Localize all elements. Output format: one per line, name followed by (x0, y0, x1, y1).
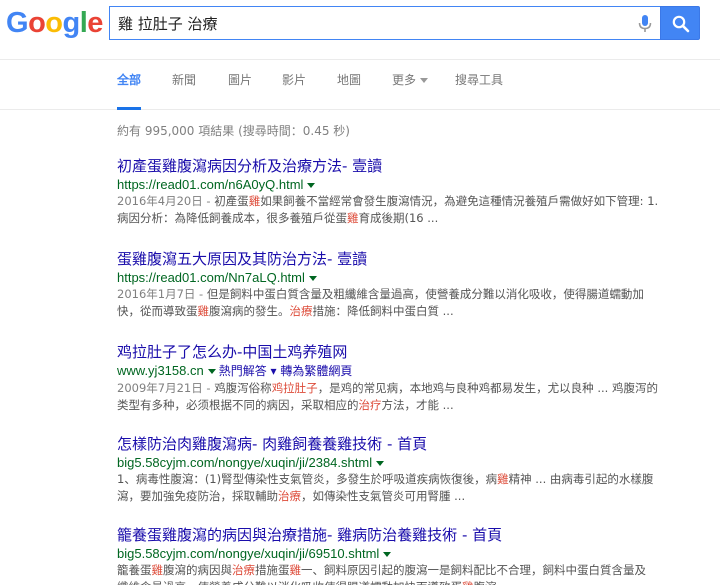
search-tabs: 全部 新聞 圖片 影片 地圖 更多 搜尋工具 (0, 60, 720, 110)
result-title-link[interactable]: 籠養蛋雞腹瀉的病因與治療措施- 雞病防治養雞技術 - 首頁 (117, 526, 717, 544)
snippet-text: 如果飼養不當經常會發生腹瀉情況，為避免這種情況養殖戶需做好如下管理: 1. (260, 194, 659, 208)
result-title-link[interactable]: 初產蛋雞腹瀉病因分析及治療方法- 壹讀 (117, 157, 717, 175)
logo-letter: o (28, 7, 46, 39)
result-snippet-line: 瀉，要加強免疫防治，採取輔助治療，如傳染性支氣管炎可用腎腫 ... (117, 488, 692, 505)
snippet-text: 纖維含量過高，使營養成分難以消化吸收使得腸道蠕動加快而導致蛋 (117, 580, 462, 585)
snippet-text: ，如傳染性支氣管炎可用腎腫 ... (301, 489, 466, 503)
result-url-text: https://read01.com/n6A0yQ.html (117, 177, 304, 192)
snippet-text: 鸡腹泻俗称 (214, 381, 272, 395)
snippet-text: 类型有多种，必须根据不同的病因，采取相应的 (117, 398, 359, 412)
snippet-text: 腹瀉病的發生。 (209, 304, 290, 318)
snippet-text: 措施：降低飼料中蛋白質 ... (312, 304, 454, 318)
snippet-text: 瀉，要加強免疫防治，採取輔助 (117, 489, 278, 503)
result-url-text: big5.58cyjm.com/nongye/xuqin/ji/2384.sht… (117, 455, 373, 470)
search-button[interactable] (660, 6, 700, 40)
result-url-text: big5.58cyjm.com/nongye/xuqin/ji/69510.sh… (117, 546, 380, 561)
result-date: 2009年7月21日 - (117, 381, 215, 395)
highlighted-term: 雞 (462, 580, 474, 585)
highlighted-term: 治療 (289, 304, 313, 318)
result-url: big5.58cyjm.com/nongye/xuqin/ji/2384.sht… (117, 454, 717, 471)
search-icon (672, 15, 690, 33)
logo-letter: l (79, 7, 88, 39)
google-logo[interactable]: Google (6, 8, 103, 38)
result-extra-links[interactable]: 熱門解答 ▾ 轉為繁體網頁 (219, 364, 353, 378)
logo-letter: e (87, 7, 103, 39)
caret-down-icon[interactable] (376, 460, 385, 466)
search-input[interactable] (118, 7, 618, 39)
snippet-text: 精神 ... 由病毒引起的水樣腹 (508, 472, 654, 486)
search-result: 鸡拉肚子了怎么办-中国土鸡养殖网 www.yj3158.cn 熱門解答 ▾ 轉為繁… (117, 343, 717, 414)
microphone-icon[interactable] (637, 14, 653, 34)
caret-down-icon[interactable] (308, 275, 317, 281)
search-result: 蛋雞腹瀉五大原因及其防治方法- 壹讀 https://read01.com/Nn… (117, 250, 717, 320)
snippet-text: 一、飼料原因引起的腹瀉一是飼料配比不合理，飼料中蛋白質含量及 (301, 563, 646, 577)
result-url-text: www.yj3158.cn (117, 363, 204, 378)
highlighted-term: 雞 (151, 563, 164, 577)
search-box[interactable] (109, 6, 660, 40)
tab-maps[interactable]: 地圖 (337, 73, 361, 110)
snippet-text: 病因分析：為降低飼養成本，很多養殖戶從蛋 (117, 211, 347, 225)
snippet-text: 但是飼料中蛋白質含量及粗纖維含量過高，使營養成分難以消化吸收，使得腸道蠕動加 (206, 287, 644, 301)
highlighted-term: 雞 (497, 472, 509, 486)
result-snippet-line: 1、病毒性腹瀉：(1)腎型傳染性支氣管炎，多發生於呼吸道疾病恢復後，病雞精神 .… (117, 471, 692, 488)
result-date: 2016年1月7日 - (117, 287, 207, 301)
tab-images[interactable]: 圖片 (228, 73, 252, 110)
caret-down-icon[interactable] (383, 551, 392, 557)
tab-more-label: 更多 (392, 73, 417, 87)
tab-all[interactable]: 全部 (117, 73, 142, 110)
logo-letter: o (45, 7, 63, 39)
result-snippet-line: 籠養蛋雞腹瀉的病因與治療措施蛋雞一、飼料原因引起的腹瀉一是飼料配比不合理，飼料中… (117, 562, 692, 579)
snippet-text: 初產蛋 (214, 194, 249, 208)
highlighted-term: 鸡拉肚子 (271, 381, 318, 395)
result-snippet-line: 纖維含量過高，使營養成分難以消化吸收使得腸道蠕動加快而導致蛋雞腹瀉 (117, 579, 692, 585)
highlighted-term: 雞 (197, 304, 210, 318)
tab-search-tools[interactable]: 搜尋工具 (455, 73, 503, 110)
result-title-link[interactable]: 鸡拉肚子了怎么办-中国土鸡养殖网 (117, 343, 717, 361)
result-stats: 約有 995,000 項結果 (搜尋時間：0.45 秒) (117, 124, 350, 138)
result-snippet-line: 2009年7月21日 - 鸡腹泻俗称鸡拉肚子，是鸡的常见病，本地鸡与良种鸡都易发… (117, 380, 692, 397)
caret-down-icon[interactable] (207, 368, 216, 374)
highlighted-term: 雞 (289, 563, 302, 577)
result-snippet-line: 快，從而導致蛋雞腹瀉病的發生。治療措施：降低飼料中蛋白質 ... (117, 303, 692, 320)
highlighted-term: 雞 (248, 194, 261, 208)
highlighted-term: 治療 (278, 489, 301, 503)
search-result: 籠養蛋雞腹瀉的病因與治療措施- 雞病防治養雞技術 - 首頁 big5.58cyj… (117, 526, 717, 585)
highlighted-term: 治疗 (358, 398, 382, 412)
snippet-text: 育成後期(16 ... (358, 211, 439, 225)
snippet-text: 腹瀉的病因與 (163, 563, 232, 577)
search-result: 初產蛋雞腹瀉病因分析及治療方法- 壹讀 https://read01.com/n… (117, 157, 717, 227)
chevron-down-icon (420, 78, 429, 83)
snippet-text: 方法，才能 ... (381, 398, 454, 412)
result-date: 2016年4月20日 - (117, 194, 215, 208)
snippet-text: ，是鸡的常见病，本地鸡与良种鸡都易发生，尤以良种 ... 鸡腹泻的 (317, 381, 658, 395)
result-url: big5.58cyjm.com/nongye/xuqin/ji/69510.sh… (117, 545, 717, 562)
result-url: www.yj3158.cn 熱門解答 ▾ 轉為繁體網頁 (117, 362, 717, 380)
snippet-text: 措施蛋 (255, 563, 290, 577)
result-url-text: https://read01.com/Nn7aLQ.html (117, 270, 305, 285)
search-result: 怎樣防治肉雞腹瀉病- 肉雞飼養養雞技術 - 首頁 big5.58cyjm.com… (117, 435, 717, 505)
highlighted-term: 治療 (232, 563, 255, 577)
tab-news[interactable]: 新聞 (172, 73, 196, 110)
caret-down-icon[interactable] (307, 182, 316, 188)
logo-letter: G (6, 7, 29, 39)
result-url: https://read01.com/Nn7aLQ.html (117, 269, 717, 286)
tab-more[interactable]: 更多 (392, 73, 429, 110)
tab-videos[interactable]: 影片 (282, 73, 306, 110)
result-url: https://read01.com/n6A0yQ.html (117, 176, 717, 193)
highlighted-term: 雞 (347, 211, 359, 225)
result-snippet-line: 病因分析：為降低飼養成本，很多養殖戶從蛋雞育成後期(16 ... (117, 210, 692, 227)
logo-letter: g (62, 7, 81, 39)
result-snippet-line: 2016年1月7日 - 但是飼料中蛋白質含量及粗纖維含量過高，使營養成分難以消化… (117, 286, 692, 303)
snippet-text: 1、病毒性腹瀉：(1)腎型傳染性支氣管炎，多發生於呼吸道疾病恢復後，病 (117, 472, 498, 486)
header: Google (0, 0, 720, 60)
snippet-text: 籠養蛋 (117, 563, 152, 577)
result-snippet-line: 2016年4月20日 - 初產蛋雞如果飼養不當經常會發生腹瀉情況，為避免這種情況… (117, 193, 692, 210)
result-snippet-line: 类型有多种，必须根据不同的病因，采取相应的治疗方法，才能 ... (117, 397, 692, 414)
result-title-link[interactable]: 蛋雞腹瀉五大原因及其防治方法- 壹讀 (117, 250, 717, 268)
snippet-text: 快，從而導致蛋 (117, 304, 198, 318)
snippet-text: 腹瀉 (474, 580, 497, 585)
result-title-link[interactable]: 怎樣防治肉雞腹瀉病- 肉雞飼養養雞技術 - 首頁 (117, 435, 717, 453)
